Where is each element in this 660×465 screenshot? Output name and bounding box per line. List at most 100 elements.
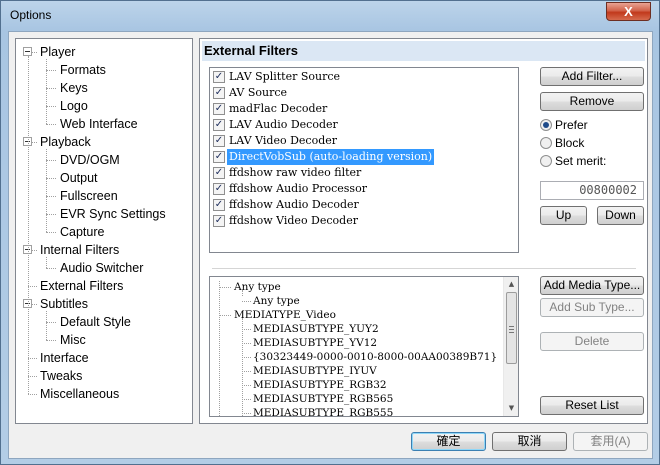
tree-item[interactable]: Logo	[58, 97, 90, 115]
media-type-item[interactable]: MEDIASUBTYPE_IYUV	[253, 364, 377, 378]
checkbox-checked-icon[interactable]: ✓	[213, 119, 225, 131]
tree-connector	[242, 371, 251, 372]
filter-item[interactable]: ✓ ffdshow Audio Decoder	[211, 197, 517, 213]
tree-item[interactable]: Player	[38, 43, 77, 61]
cancel-button[interactable]: 取消	[492, 432, 567, 451]
tree-item[interactable]: EVR Sync Settings	[58, 205, 168, 223]
scroll-down-icon[interactable]: ▼	[504, 401, 518, 416]
checkbox-checked-icon[interactable]: ✓	[213, 135, 225, 147]
media-type-item[interactable]: MEDIASUBTYPE_YUY2	[253, 322, 379, 336]
checkbox-checked-icon[interactable]: ✓	[213, 215, 225, 227]
tree-item-label: Web Interface	[60, 117, 138, 131]
options-window: Options X Player Formats Keys Logo Web Inter…	[0, 0, 660, 465]
tree-item[interactable]: Tweaks	[38, 367, 84, 385]
tree-item[interactable]: Keys	[58, 79, 90, 97]
checkbox-checked-icon[interactable]: ✓	[213, 151, 225, 163]
media-type-item[interactable]: Any type	[253, 294, 300, 308]
grip-line	[509, 326, 514, 327]
media-type-item[interactable]: Any type	[234, 280, 281, 294]
media-type-item[interactable]: MEDIASUBTYPE_RGB565	[253, 392, 393, 406]
tree-connector	[242, 290, 243, 296]
filters-list[interactable]: ✓ LAV Splitter Source ✓ AV Source ✓ madFlac D…	[209, 67, 519, 253]
add-sub-type-button[interactable]: Add Sub Type...	[540, 298, 644, 317]
tree-connector	[242, 329, 251, 330]
merit-field[interactable]: 00800002	[540, 181, 644, 200]
delete-button[interactable]: Delete	[540, 332, 644, 351]
collapse-icon[interactable]	[23, 47, 32, 56]
media-type-item[interactable]: MEDIASUBTYPE_RGB555	[253, 406, 393, 416]
remove-button[interactable]: Remove	[540, 92, 644, 111]
filter-label: ffdshow Video Decoder	[229, 214, 358, 227]
checkbox-checked-icon[interactable]: ✓	[213, 199, 225, 211]
tree-item[interactable]: Misc	[58, 331, 88, 349]
tree-item[interactable]: Output	[58, 169, 100, 187]
filter-label: LAV Audio Decoder	[229, 118, 338, 131]
vertical-scrollbar[interactable]: ▲ ▼	[503, 277, 518, 416]
tree-item-label: Output	[60, 171, 98, 185]
tree-connector	[28, 358, 37, 359]
tree-item[interactable]: Capture	[58, 223, 106, 241]
prefer-radio[interactable]: Prefer	[540, 117, 588, 133]
checkbox-checked-icon[interactable]: ✓	[213, 71, 225, 83]
down-button[interactable]: Down	[597, 206, 644, 225]
title-bar[interactable]: Options X	[1, 1, 659, 31]
filter-label: ffdshow Audio Decoder	[229, 198, 359, 211]
tree-connector	[32, 52, 37, 53]
tree-item[interactable]: DVD/OGM	[58, 151, 122, 169]
tree-item[interactable]: Fullscreen	[58, 187, 120, 205]
add-media-type-button[interactable]: Add Media Type...	[540, 276, 644, 295]
filter-item[interactable]: ✓ AV Source	[211, 85, 517, 101]
tree-connector	[32, 304, 37, 305]
tree-item[interactable]: Web Interface	[58, 115, 140, 133]
media-type-item[interactable]: {30323449-0000-0010-8000-00AA00389B71}	[253, 350, 497, 364]
tree-item[interactable]: Internal Filters	[38, 241, 121, 259]
options-tree[interactable]: Player Formats Keys Logo Web Interface Playba…	[15, 38, 193, 424]
up-button[interactable]: Up	[540, 206, 587, 225]
tree-item[interactable]: Miscellaneous	[38, 385, 121, 403]
block-label: Block	[555, 136, 585, 150]
tree-connector	[46, 196, 56, 197]
tree-connector	[46, 178, 56, 179]
reset-list-button[interactable]: Reset List	[540, 396, 644, 415]
filter-item[interactable]: ✓ madFlac Decoder	[211, 101, 517, 117]
ok-button[interactable]: 確定	[411, 432, 486, 451]
tree-connector	[46, 322, 56, 323]
apply-button[interactable]: 套用(A)	[573, 432, 648, 451]
filter-label: ffdshow raw video filter	[229, 166, 362, 179]
scroll-thumb[interactable]	[506, 292, 517, 364]
tree-connector	[242, 357, 251, 358]
media-type-item[interactable]: MEDIASUBTYPE_YV12	[253, 336, 377, 350]
tree-item[interactable]: Default Style	[58, 313, 133, 331]
tree-item[interactable]: Audio Switcher	[58, 259, 145, 277]
scroll-up-icon[interactable]: ▲	[504, 277, 518, 292]
tree-connector	[46, 232, 56, 233]
tree-item[interactable]: Interface	[38, 349, 91, 367]
filter-item[interactable]: ✓ ffdshow Video Decoder	[211, 213, 517, 229]
set-merit-radio[interactable]: Set merit:	[540, 153, 606, 169]
media-type-item[interactable]: MEDIATYPE_Video	[234, 308, 336, 322]
add-filter-button[interactable]: Add Filter...	[540, 67, 644, 86]
tree-item[interactable]: External Filters	[38, 277, 125, 295]
block-radio[interactable]: Block	[540, 135, 584, 151]
tree-item-label: Tweaks	[40, 369, 83, 383]
close-button[interactable]: X	[606, 2, 651, 21]
grip-line	[509, 329, 514, 330]
tree-item[interactable]: Formats	[58, 61, 108, 79]
checkbox-checked-icon[interactable]: ✓	[213, 183, 225, 195]
external-filters-panel: External Filters ✓ LAV Splitter Source ✓ AV…	[199, 38, 648, 424]
tree-item-label: Interface	[40, 351, 89, 365]
media-type-item[interactable]: MEDIASUBTYPE_RGB32	[253, 378, 387, 392]
checkbox-checked-icon[interactable]: ✓	[213, 103, 225, 115]
filter-item[interactable]: ✓ LAV Splitter Source	[211, 69, 517, 85]
checkbox-checked-icon[interactable]: ✓	[213, 87, 225, 99]
media-types-tree[interactable]: Any type Any type MEDIATYPE_Video MEDIASUBT…	[209, 276, 519, 417]
tree-connector	[242, 318, 243, 416]
tree-connector	[242, 399, 251, 400]
filter-item[interactable]: ✓ DirectVobSub (auto-loading version)	[211, 149, 517, 165]
checkbox-checked-icon[interactable]: ✓	[213, 167, 225, 179]
tree-connector	[46, 214, 56, 215]
filter-item[interactable]: ✓ LAV Audio Decoder	[211, 117, 517, 133]
filter-item[interactable]: ✓ ffdshow raw video filter	[211, 165, 517, 181]
filter-item[interactable]: ✓ ffdshow Audio Processor	[211, 181, 517, 197]
filter-item[interactable]: ✓ LAV Video Decoder	[211, 133, 517, 149]
